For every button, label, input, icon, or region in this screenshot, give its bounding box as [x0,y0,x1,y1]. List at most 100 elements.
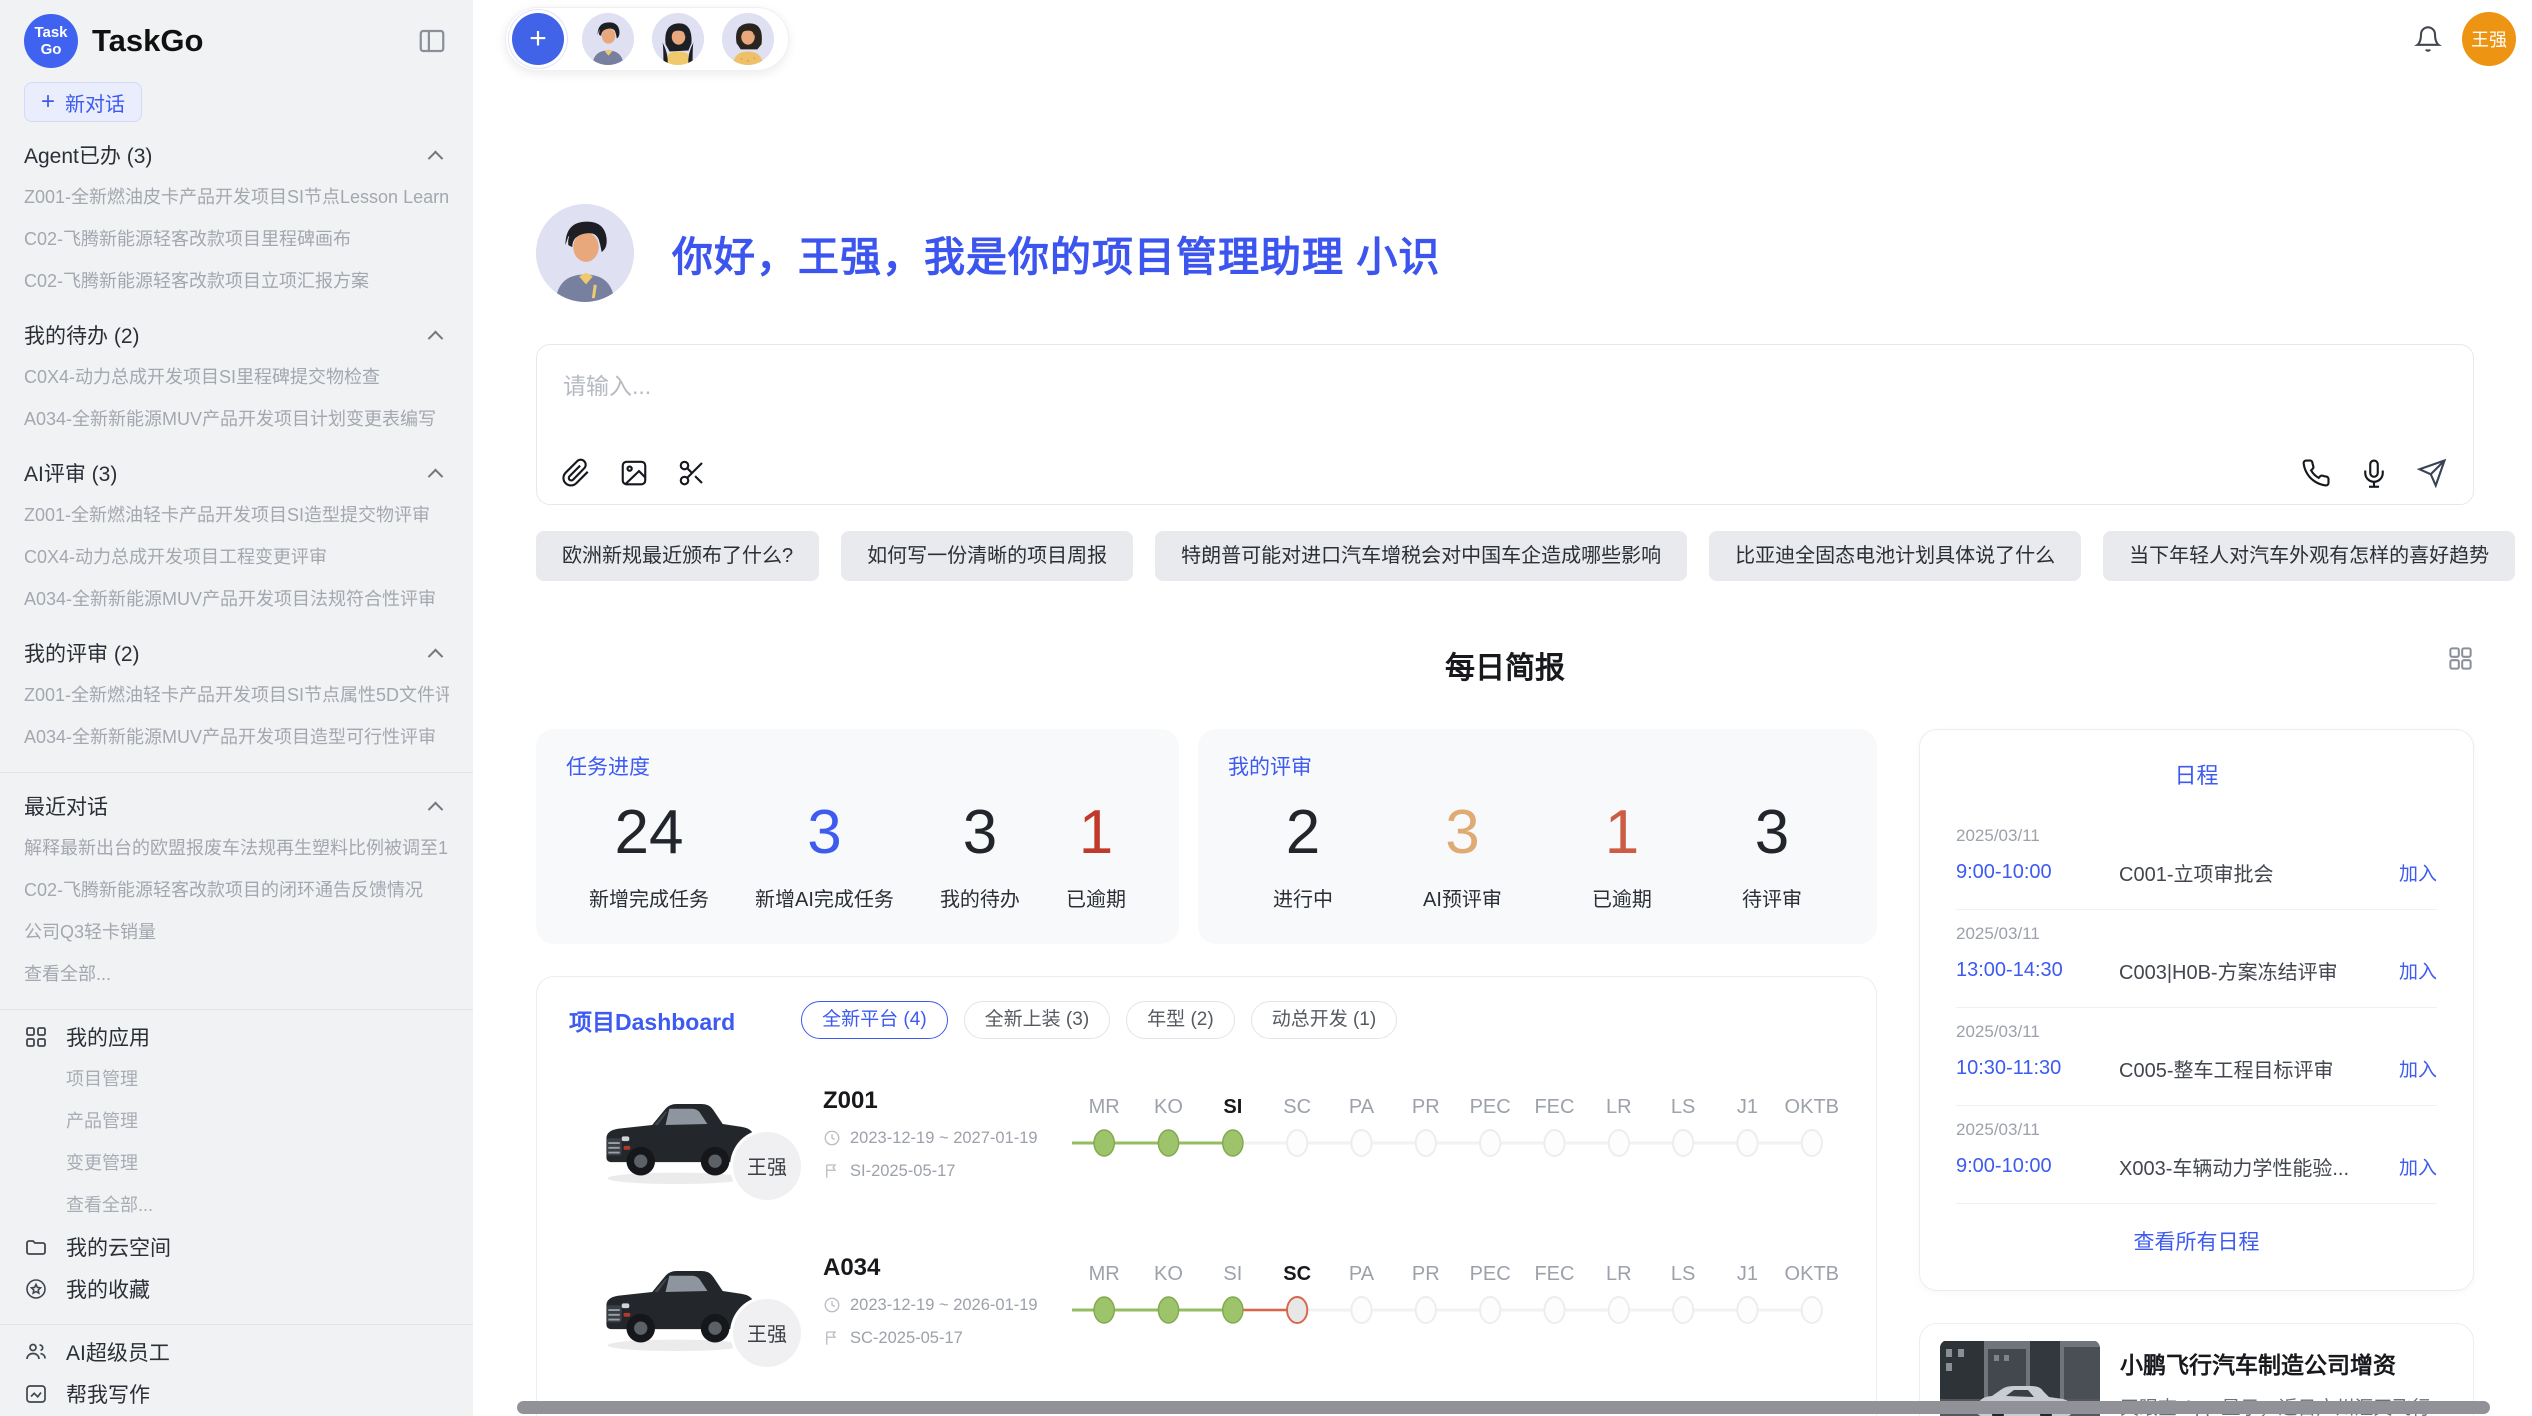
milestone-label: OKTB [1780,1096,1844,1119]
add-session-button[interactable]: + [512,13,564,65]
sidebar-section-header[interactable]: 我的待办 (2) [24,314,449,356]
dashboard-tab[interactable]: 全新上装 (3) [964,1001,1111,1039]
join-link[interactable]: 加入 [2399,859,2437,886]
event-main: 10:30-11:30C005-整车工程目标评审加入 [1956,1054,2437,1099]
sidebar-conversation-item[interactable]: A034-全新新能源MUV产品开发项目法规符合性评审 [24,578,449,620]
stat: 1已逾期 [1066,789,1126,912]
join-link[interactable]: 加入 [2399,957,2437,984]
chevron-up-icon [428,801,444,817]
attachment-icon[interactable] [561,458,591,488]
stat: 24新增完成任务 [589,789,709,912]
divider [0,772,473,773]
sidebar-item-my-apps[interactable]: 我的应用 [24,1016,449,1058]
sidebar-conversation-item[interactable]: Z001-全新燃油轻卡产品开发项目SI造型提交物评审 [24,494,449,536]
stat-value: 3 [940,789,1020,877]
app-title: TaskGo [92,23,203,59]
suggestion-chip[interactable]: 比亚迪全固态电池计划具体说了什么 [1709,531,2081,581]
avatar-female-1[interactable] [652,13,704,65]
recent-conversation-item[interactable]: C02-飞腾新能源轻客改款项目的闭环通告反馈情况 [24,869,449,911]
schedule-event: 2025/03/1113:00-14:30C003|H0B-方案冻结评审加入 [1956,910,2437,1007]
event-date: 2025/03/11 [1956,1120,2437,1140]
new-chat-button[interactable]: + 新对话 [24,82,142,122]
composer-tools-left [561,458,707,488]
folder-icon [24,1235,48,1259]
flag-icon [823,1162,841,1180]
sidebar-conversation-item[interactable]: A034-全新新能源MUV产品开发项目造型可行性评审 [24,716,449,758]
project-dates-row: 2023-12-19 ~ 2026-01-19 [823,1296,1058,1315]
sidebar-conversation-item[interactable]: A034-全新新能源MUV产品开发项目计划变更表编写 [24,398,449,440]
app-subitems: 项目管理产品管理变更管理 [24,1058,449,1184]
sidebar-conversation-item[interactable]: Z001-全新燃油轻卡产品开发项目SI节点属性5D文件评审 [24,674,449,716]
app-subitem[interactable]: 项目管理 [24,1058,449,1100]
send-icon[interactable] [2417,458,2447,488]
event-title: C003|H0B-方案冻结评审 [2119,956,2399,985]
sidebar-conversation-item[interactable]: C02-飞腾新能源轻客改款项目立项汇报方案 [24,260,449,302]
suggestion-chip[interactable]: 如何写一份清晰的项目周报 [841,531,1133,581]
milestone-label: LR [1587,1263,1651,1286]
dashboard-tab[interactable]: 全新平台 (4) [801,1001,948,1039]
milestone-label: LR [1587,1096,1651,1119]
sidebar-section-header[interactable]: 最近对话 [24,785,449,827]
milestone-label: J1 [1715,1263,1779,1286]
sidebar-item-cloud-space[interactable]: 我的云空间 [24,1226,449,1268]
avatar-female-2[interactable] [722,13,774,65]
app-subitem[interactable]: 变更管理 [24,1142,449,1184]
dashboard-tab[interactable]: 年型 (2) [1126,1001,1235,1039]
join-link[interactable]: 加入 [2399,1055,2437,1082]
join-link[interactable]: 加入 [2399,1153,2437,1180]
view-all-schedule-link[interactable]: 查看所有日程 [1956,1204,2437,1278]
divider [0,1324,473,1325]
people-icon [24,1340,48,1364]
sidebar-conversation-item[interactable]: Z001-全新燃油皮卡产品开发项目SI节点Lesson Learn报告 [24,176,449,218]
stat-value: 3 [1423,789,1502,877]
notification-bell-icon[interactable] [2414,25,2442,53]
composer [536,344,2474,505]
sidebar-conversation-item[interactable]: C02-飞腾新能源轻客改款项目里程碑画布 [24,218,449,260]
owner-badge: 王强 [733,1132,801,1200]
briefing-left-column: 任务进度24新增完成任务3新增AI完成任务3我的待办1已逾期我的评审2进行中3A… [536,729,1877,1416]
suggestion-chip[interactable]: 当下年轻人对汽车外观有怎样的喜好趋势 [2103,531,2515,581]
event-title: X003-车辆动力学性能验... [2119,1152,2399,1181]
milestone-dots [1072,1121,1844,1165]
main-area: + 王强 [473,0,2532,1416]
event-time: 13:00-14:30 [1956,959,2119,982]
image-icon[interactable] [619,458,649,488]
phone-icon[interactable] [2301,458,2331,488]
suggestion-chip[interactable]: 欧洲新规最近颁布了什么? [536,531,819,581]
milestone-label: PEC [1458,1096,1522,1119]
layout-grid-icon[interactable] [2447,645,2474,672]
microphone-icon[interactable] [2359,458,2389,488]
sidebar-item-people[interactable]: AI超级员工 [24,1331,449,1373]
scissors-icon[interactable] [677,458,707,488]
sidebar-item-write[interactable]: 帮我写作 [24,1373,449,1415]
sidebar-section-header[interactable]: 我的评审 (2) [24,632,449,674]
recent-conversation-item[interactable]: 解释最新出台的欧盟报废车法规再生塑料比例被调至15%... [24,827,449,869]
app-subitem[interactable]: 产品管理 [24,1100,449,1142]
milestone-labels: MRKOSISCPAPRPECFECLRLSJ1OKTB [1072,1263,1844,1286]
sidebar-section-label: 我的待办 (2) [24,320,140,350]
suggestion-chip[interactable]: 特朗普可能对进口汽车增税会对中国车企造成哪些影响 [1155,531,1687,581]
horizontal-scrollbar[interactable] [517,1401,2490,1414]
project-dates-row: 2023-12-19 ~ 2027-01-19 [823,1129,1058,1148]
dashboard-tab[interactable]: 动总开发 (1) [1251,1001,1398,1039]
view-all-conversations[interactable]: 查看全部... [24,953,449,995]
sidebar-conversation-item[interactable]: C0X4-动力总成开发项目SI里程碑提交物检查 [24,356,449,398]
sidebar-conversation-item[interactable]: C0X4-动力总成开发项目工程变更评审 [24,536,449,578]
sidebar-item-favorites[interactable]: 我的收藏 [24,1268,449,1310]
project-row[interactable]: 王强Z0012023-12-19 ~ 2027-01-19SI-2025-05-… [569,1061,1844,1206]
sidebar-section-header[interactable]: Agent已办 (3) [24,134,449,176]
view-all-apps[interactable]: 查看全部... [24,1184,449,1226]
milestone-label: PEC [1458,1263,1522,1286]
avatar-male[interactable] [582,13,634,65]
user-avatar[interactable]: 王强 [2462,12,2516,66]
milestone-track: MRKOSISCPAPRPECFECLRLSJ1OKTB [1072,1263,1844,1332]
event-time: 10:30-11:30 [1956,1057,2119,1080]
milestone-label: MR [1072,1263,1136,1286]
sidebar-section-header[interactable]: AI评审 (3) [24,452,449,494]
sidebar-sections: Agent已办 (3)Z001-全新燃油皮卡产品开发项目SI节点Lesson L… [24,134,449,758]
collapse-sidebar-icon[interactable] [417,26,447,56]
recent-conversation-item[interactable]: 公司Q3轻卡销量 [24,911,449,953]
project-dates: 2023-12-19 ~ 2026-01-19 [850,1296,1038,1315]
chat-input[interactable] [537,345,2473,415]
project-row[interactable]: 王强A0342023-12-19 ~ 2026-01-19SC-2025-05-… [569,1228,1844,1373]
